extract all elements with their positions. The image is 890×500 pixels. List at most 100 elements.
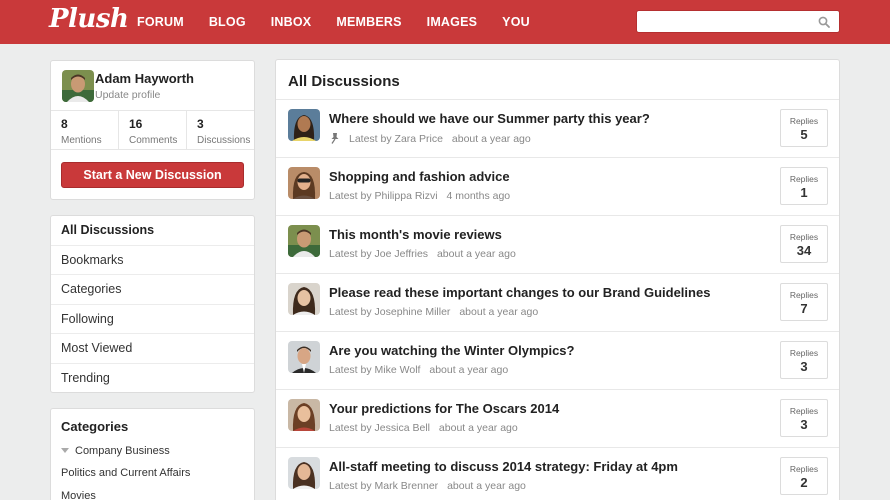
author-link[interactable]: Mike Wolf: [375, 364, 421, 376]
caret-down-icon: [61, 448, 69, 453]
profile-stats: 8 Mentions 16 Comments 3 Discussions: [51, 110, 254, 150]
replies-label: Replies: [789, 406, 819, 416]
avatar[interactable]: [288, 341, 320, 373]
timestamp: about a year ago: [436, 248, 516, 260]
avatar[interactable]: [288, 457, 320, 489]
replies-label: Replies: [789, 174, 819, 184]
author-link[interactable]: Philippa Rizvi: [375, 190, 438, 202]
discussion-title[interactable]: Please read these important changes to o…: [329, 285, 710, 300]
menu-item-most-viewed[interactable]: Most Viewed: [51, 334, 254, 364]
discussions-panel: All Discussions Where should we have our…: [275, 59, 840, 500]
menu-item-categories[interactable]: Categories: [51, 275, 254, 305]
search-icon[interactable]: [818, 16, 830, 28]
replies-badge: Replies 2: [780, 457, 828, 495]
discussion-meta: Latest by Mark Brenner about a year ago: [329, 480, 526, 492]
menu-item-trending[interactable]: Trending: [51, 364, 254, 394]
replies-badge: Replies 5: [780, 109, 828, 147]
latest-by-label: Latest by: [329, 248, 372, 260]
category-label: Company Business: [75, 445, 170, 457]
latest-by-label: Latest by: [329, 364, 372, 376]
search-input[interactable]: [637, 11, 813, 32]
replies-badge: Replies 34: [780, 225, 828, 263]
stat-discussions[interactable]: 3 Discussions: [187, 111, 254, 149]
replies-badge: Replies 3: [780, 341, 828, 379]
logo[interactable]: Plush: [49, 4, 129, 34]
category-movies[interactable]: Movies: [61, 490, 96, 500]
nav-images[interactable]: IMAGES: [427, 0, 478, 44]
discussion-row[interactable]: All-staff meeting to discuss 2014 strate…: [276, 447, 839, 500]
replies-badge: Replies 1: [780, 167, 828, 205]
replies-label: Replies: [789, 232, 819, 242]
discussion-title[interactable]: Are you watching the Winter Olympics?: [329, 343, 574, 358]
new-discussion-button[interactable]: Start a New Discussion: [61, 162, 244, 188]
categories-title: Categories: [61, 419, 129, 434]
category-company-business[interactable]: Company Business: [61, 445, 170, 457]
discussion-meta: Latest by Jessica Bell about a year ago: [329, 422, 518, 434]
menu-item-bookmarks[interactable]: Bookmarks: [51, 246, 254, 275]
update-profile-link[interactable]: Update profile: [95, 89, 160, 101]
author-link[interactable]: Zara Price: [395, 133, 443, 145]
menu-item-following[interactable]: Following: [51, 305, 254, 334]
categories-panel: Categories Company Business Politics and…: [50, 408, 255, 500]
discussion-title[interactable]: All-staff meeting to discuss 2014 strate…: [329, 459, 678, 474]
stat-mentions[interactable]: 8 Mentions: [51, 111, 119, 149]
avatar[interactable]: [288, 109, 320, 141]
timestamp: about a year ago: [429, 364, 509, 376]
replies-count: 5: [800, 127, 808, 142]
discussion-row[interactable]: Please read these important changes to o…: [276, 273, 839, 331]
avatar[interactable]: [288, 283, 320, 315]
nav-forum[interactable]: FORUM: [137, 0, 184, 44]
discussion-row[interactable]: Shopping and fashion advice Latest by Ph…: [276, 157, 839, 215]
replies-count: 7: [800, 301, 808, 316]
replies-count: 3: [800, 417, 808, 432]
latest-by-label: Latest by: [349, 133, 392, 145]
category-politics[interactable]: Politics and Current Affairs: [61, 467, 190, 479]
latest-by-label: Latest by: [329, 422, 372, 434]
stat-label: Mentions: [61, 135, 102, 146]
author-link[interactable]: Mark Brenner: [375, 480, 439, 492]
profile-name[interactable]: Adam Hayworth: [95, 71, 194, 86]
discussion-title[interactable]: Your predictions for The Oscars 2014: [329, 401, 559, 416]
discussion-title[interactable]: Where should we have our Summer party th…: [329, 111, 650, 126]
avatar[interactable]: [62, 70, 94, 102]
stat-value: 16: [129, 117, 143, 131]
author-link[interactable]: Jessica Bell: [375, 422, 430, 434]
menu-item-all-discussions[interactable]: All Discussions: [51, 216, 254, 246]
replies-label: Replies: [789, 290, 819, 300]
stat-comments[interactable]: 16 Comments: [119, 111, 187, 149]
page-title: All Discussions: [288, 73, 400, 90]
replies-label: Replies: [789, 348, 819, 358]
nav-members[interactable]: MEMBERS: [336, 0, 401, 44]
pin-icon: [331, 133, 339, 144]
discussion-meta: Latest by Mike Wolf about a year ago: [329, 364, 508, 376]
discussion-row[interactable]: Where should we have our Summer party th…: [276, 99, 839, 157]
author-link[interactable]: Joe Jeffries: [375, 248, 429, 260]
nav-blog[interactable]: BLOG: [209, 0, 246, 44]
discussion-title[interactable]: This month's movie reviews: [329, 227, 502, 242]
discussion-title[interactable]: Shopping and fashion advice: [329, 169, 510, 184]
timestamp: about a year ago: [451, 133, 531, 145]
discussion-meta: Latest by Josephine Miller about a year …: [329, 306, 538, 318]
replies-label: Replies: [789, 464, 819, 474]
discussion-row[interactable]: This month's movie reviews Latest by Joe…: [276, 215, 839, 273]
replies-count: 3: [800, 359, 808, 374]
author-link[interactable]: Josephine Miller: [375, 306, 451, 318]
discussion-row[interactable]: Your predictions for The Oscars 2014 Lat…: [276, 389, 839, 447]
avatar[interactable]: [288, 399, 320, 431]
stat-value: 8: [61, 117, 68, 131]
avatar[interactable]: [288, 225, 320, 257]
timestamp: 4 months ago: [446, 190, 511, 202]
timestamp: about a year ago: [447, 480, 526, 492]
nav-you[interactable]: YOU: [502, 0, 530, 44]
discussion-row[interactable]: Are you watching the Winter Olympics? La…: [276, 331, 839, 389]
discussion-filter-menu: All Discussions Bookmarks Categories Fol…: [50, 215, 255, 393]
avatar[interactable]: [288, 167, 320, 199]
nav-inbox[interactable]: INBOX: [271, 0, 312, 44]
latest-by-label: Latest by: [329, 190, 372, 202]
profile-panel: Adam Hayworth Update profile 8 Mentions …: [50, 60, 255, 200]
replies-count: 2: [800, 475, 808, 490]
replies-label: Replies: [789, 116, 819, 126]
timestamp: about a year ago: [459, 306, 539, 318]
replies-count: 1: [800, 185, 808, 200]
stat-label: Discussions: [197, 135, 251, 146]
